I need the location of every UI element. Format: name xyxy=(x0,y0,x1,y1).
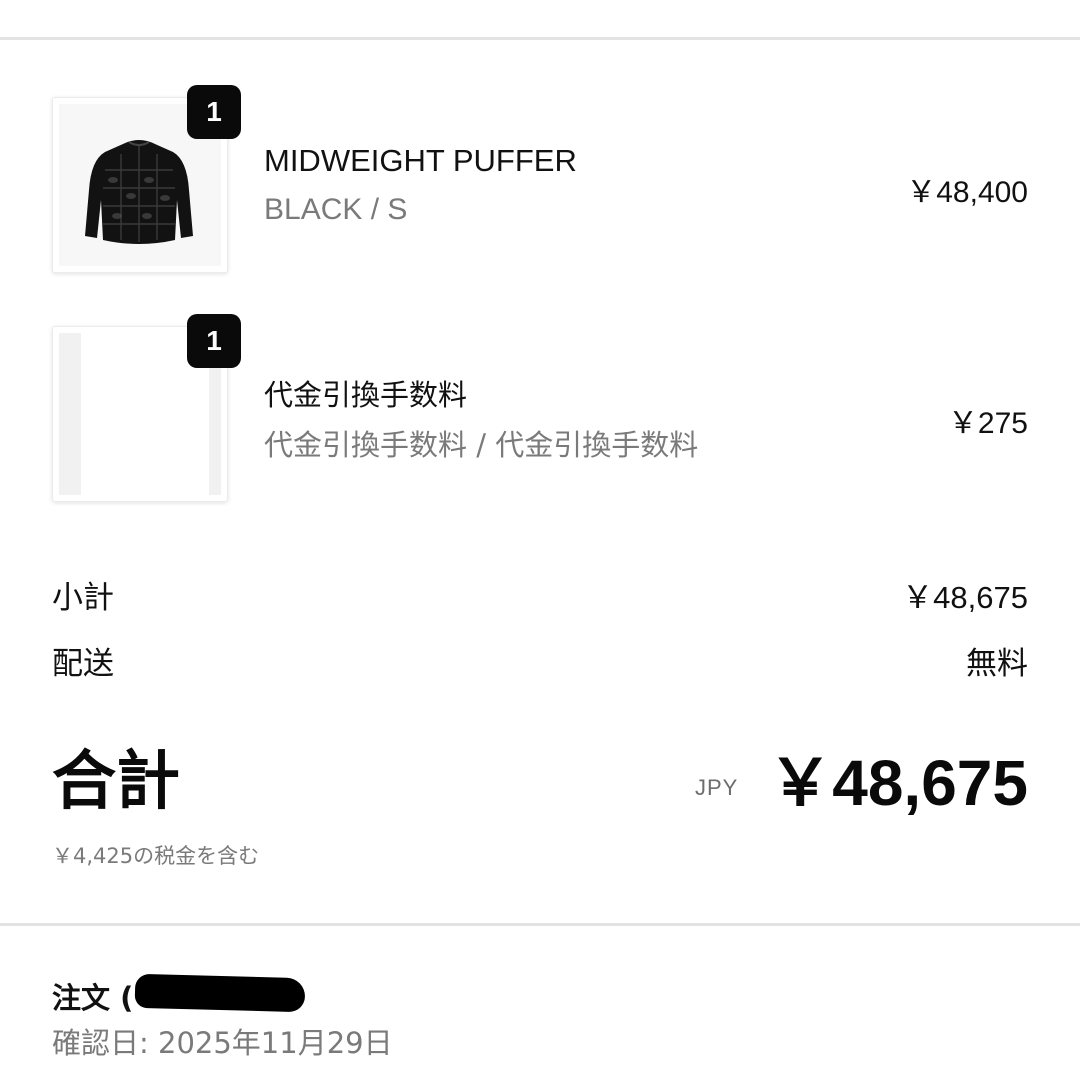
line-item: 1 MIDWEIGHT PUFFER BLACK / S ￥48,400 xyxy=(52,85,1032,277)
item-variant: 代金引換手数料 / 代金引換手数料 xyxy=(264,428,699,462)
total-label: 合計 xyxy=(52,745,180,819)
subtotal-row: 小計 ￥48,675 xyxy=(52,572,1028,616)
order-number-redaction xyxy=(134,973,306,1013)
subtotal-label: 小計 xyxy=(52,580,114,616)
section-divider xyxy=(0,923,1080,926)
shipping-value: 無料 xyxy=(966,646,1028,682)
quantity-badge: 1 xyxy=(187,85,241,139)
item-price: ￥48,400 xyxy=(906,176,1028,209)
item-price: ￥275 xyxy=(947,407,1028,440)
total-currency: JPY xyxy=(695,775,739,800)
item-name: MIDWEIGHT PUFFER xyxy=(264,143,577,178)
order-summary-page: 1 MIDWEIGHT PUFFER BLACK / S ￥48,400 1 代… xyxy=(0,0,1080,1080)
order-title: 注文 ( xyxy=(52,981,134,1015)
item-variant: BLACK / S xyxy=(264,193,408,226)
line-item: 1 代金引換手数料 代金引換手数料 / 代金引換手数料 ￥275 xyxy=(52,314,1032,506)
order-confirmed-date: 確認日: 2025年11月29日 xyxy=(52,1026,393,1060)
top-divider xyxy=(0,37,1080,40)
subtotal-value: ￥48,675 xyxy=(902,580,1028,615)
shipping-row: 配送 無料 xyxy=(52,638,1028,682)
puffer-jacket-image xyxy=(85,140,193,244)
shipping-label: 配送 xyxy=(52,646,114,682)
total-amount: ￥48,675 xyxy=(768,747,1028,819)
tax-note: ￥4,425の税金を含む xyxy=(52,844,260,868)
quantity-badge: 1 xyxy=(187,314,241,368)
item-name: 代金引換手数料 xyxy=(264,378,468,412)
